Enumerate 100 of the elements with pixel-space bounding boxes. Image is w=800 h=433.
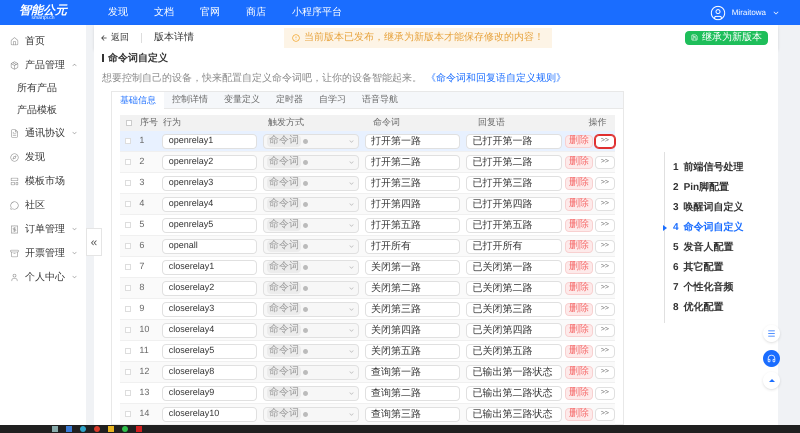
command-field[interactable]: 关闭第五路 — [364, 344, 460, 358]
sidebar-subitem[interactable]: 所有产品 — [0, 77, 86, 99]
tab[interactable]: 自学习 — [311, 92, 354, 108]
tab[interactable]: 基础信息 — [112, 92, 164, 109]
rules-link[interactable]: 《命令词和回复语自定义规则》 — [426, 71, 566, 86]
step-link[interactable]: 3 唤醒词自定义 — [665, 200, 778, 215]
command-field[interactable]: 关闭第一路 — [364, 260, 460, 274]
command-field[interactable]: 关闭第三路 — [364, 302, 460, 316]
reply-field[interactable]: 已打开第四路 — [466, 196, 562, 212]
step-link[interactable]: 5 发音人配置 — [665, 240, 778, 255]
row-checkbox[interactable] — [125, 222, 132, 228]
row-checkbox[interactable] — [125, 369, 132, 375]
user-name[interactable]: Miraitowa — [732, 6, 766, 18]
nav-link[interactable]: 小程序平台 — [292, 5, 342, 20]
reply-field[interactable]: 已关闭第三路 — [466, 302, 562, 316]
nav-link[interactable]: 官网 — [200, 5, 220, 20]
action-field[interactable]: closerelay10 — [162, 406, 258, 422]
reply-field[interactable]: 已关闭第二路 — [466, 280, 562, 296]
action-field[interactable]: openrelay5 — [162, 218, 258, 232]
action-field[interactable]: closerelay3 — [162, 302, 258, 316]
row-checkbox[interactable] — [125, 390, 132, 396]
back-button[interactable]: 返回 — [100, 30, 129, 44]
row-checkbox[interactable] — [125, 264, 132, 270]
tab[interactable]: 变量定义 — [216, 92, 268, 108]
action-field[interactable]: closerelay4 — [162, 322, 258, 338]
command-field[interactable]: 打开第四路 — [364, 196, 460, 212]
row-checkbox[interactable] — [125, 138, 132, 144]
reply-field[interactable]: 已关闭第一路 — [466, 260, 562, 274]
reply-field[interactable]: 已关闭第四路 — [466, 322, 562, 338]
tab[interactable]: 语音导航 — [354, 92, 406, 108]
avatar-icon[interactable] — [710, 4, 726, 20]
row-checkbox[interactable] — [125, 411, 132, 417]
sidebar-item[interactable]: 订单管理 — [0, 217, 86, 241]
chevron-icon — [348, 264, 355, 270]
sidebar-item[interactable]: 社区 — [0, 193, 86, 217]
step-link[interactable]: 8 优化配置 — [665, 300, 778, 315]
action-field[interactable]: closerelay5 — [162, 344, 258, 358]
taskbar-icon[interactable] — [80, 426, 86, 432]
tab[interactable]: 定时器 — [268, 92, 311, 108]
action-field[interactable]: openrelay1 — [162, 134, 258, 148]
reply-field[interactable]: 已打开第五路 — [466, 218, 562, 232]
action-field[interactable]: openrelay2 — [162, 154, 258, 170]
step-link[interactable]: 2 Pin脚配置 — [665, 180, 778, 195]
sidebar-item[interactable]: 模板市场 — [0, 169, 86, 193]
step-link[interactable]: 6 其它配置 — [665, 260, 778, 275]
action-field[interactable]: closerelay8 — [162, 364, 258, 380]
action-field[interactable]: closerelay9 — [162, 386, 258, 400]
command-field[interactable]: 打开第三路 — [364, 176, 460, 190]
action-field[interactable]: closerelay2 — [162, 280, 258, 296]
row-checkbox[interactable] — [125, 348, 132, 354]
nav-link[interactable]: 发现 — [108, 5, 128, 20]
nav-link[interactable]: 文档 — [154, 5, 174, 20]
reply-field[interactable]: 已输出第三路状态 — [466, 406, 562, 422]
row-checkbox[interactable] — [125, 243, 132, 249]
taskbar-icon[interactable] — [94, 426, 100, 432]
taskbar-icon[interactable] — [122, 426, 128, 432]
command-field[interactable]: 打开第一路 — [364, 134, 460, 148]
sidebar-item[interactable]: 首页 — [0, 29, 86, 53]
chevron-icon — [348, 348, 355, 354]
action-field[interactable]: openrelay3 — [162, 176, 258, 190]
sidebar-subitem[interactable]: 产品模板 — [0, 99, 86, 121]
action-field[interactable]: closerelay1 — [162, 260, 258, 274]
step-link[interactable]: 7 个性化音频 — [665, 280, 778, 295]
step-link[interactable]: 4 命令词自定义 — [665, 220, 778, 235]
action-field[interactable]: openall — [162, 238, 258, 254]
row-checkbox[interactable] — [125, 285, 132, 291]
sidebar-item[interactable]: 通讯协议 — [0, 121, 86, 145]
reply-field[interactable]: 已打开第一路 — [466, 134, 562, 148]
action-field[interactable]: openrelay4 — [162, 196, 258, 212]
row-number: 12 — [138, 365, 150, 378]
tab[interactable]: 控制详情 — [164, 92, 216, 108]
command-field[interactable]: 打开第二路 — [364, 154, 460, 170]
command-field[interactable]: 查询第二路 — [364, 386, 460, 400]
reply-field[interactable]: 已打开第三路 — [466, 176, 562, 190]
collapse-button[interactable]: « — [86, 228, 102, 256]
sidebar-item[interactable]: 产品管理 — [0, 53, 86, 77]
step-link[interactable]: 1 前端信号处理 — [665, 160, 778, 175]
reply-field[interactable]: 已输出第一路状态 — [466, 364, 562, 380]
row-checkbox[interactable] — [125, 306, 132, 312]
select-all-checkbox[interactable] — [126, 120, 132, 126]
row-checkbox[interactable] — [125, 327, 132, 333]
reply-field[interactable]: 已打开第二路 — [466, 154, 562, 170]
nav-link[interactable]: 商店 — [246, 5, 266, 20]
command-field[interactable]: 关闭第四路 — [364, 322, 460, 338]
sidebar-item[interactable]: 发现 — [0, 145, 86, 169]
row-checkbox[interactable] — [125, 180, 132, 186]
description-text: 想要控制自己的设备，快来配置自定义命令词吧，让你的设备智能起来。 — [102, 72, 422, 86]
command-field[interactable]: 打开第五路 — [364, 218, 460, 232]
sidebar-item[interactable]: 开票管理 — [0, 241, 86, 265]
row-checkbox[interactable] — [125, 201, 132, 207]
reply-field[interactable]: 已打开所有 — [466, 238, 562, 254]
reply-field[interactable]: 已关闭第五路 — [466, 344, 562, 358]
command-field[interactable]: 查询第三路 — [364, 406, 460, 422]
reply-field[interactable]: 已输出第二路状态 — [466, 386, 562, 400]
command-field[interactable]: 关闭第二路 — [364, 280, 460, 296]
command-field[interactable]: 打开所有 — [364, 238, 460, 254]
row-checkbox[interactable] — [125, 159, 132, 165]
command-field[interactable]: 查询第一路 — [364, 364, 460, 380]
logo[interactable]: 智能公元 — [19, 4, 67, 16]
sidebar-item[interactable]: 个人中心 — [0, 265, 86, 289]
